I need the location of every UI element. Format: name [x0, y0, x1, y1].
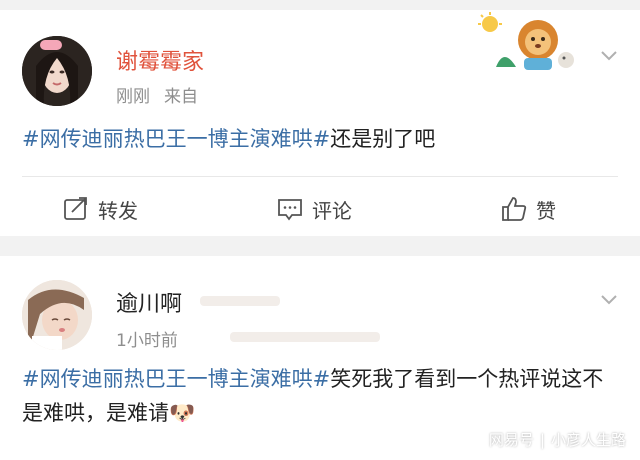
post-meta: 刚刚 来自 [116, 82, 198, 107]
post-card: 逾川啊 1小时前 #网传迪丽热巴王一博主演难哄#笑死我了看到一个热评说这不是难哄… [0, 256, 640, 460]
post-body: 还是别了吧 [330, 127, 436, 151]
blurred-region [200, 296, 280, 306]
chevron-down-icon[interactable] [598, 288, 620, 310]
post-time: 1小时前 [116, 331, 178, 351]
post-source: 来自 [164, 87, 198, 107]
repost-icon [64, 197, 87, 220]
repost-button[interactable]: 转发 [62, 182, 138, 236]
like-label: 赞 [536, 198, 556, 223]
doge-emoji-icon: 🐶 [169, 401, 196, 425]
comment-button[interactable]: 评论 [276, 182, 352, 236]
post-text: #网传迪丽热巴王一博主演难哄#还是别了吧 [22, 122, 620, 156]
comment-label: 评论 [312, 198, 352, 223]
username[interactable]: 逾川啊 [116, 286, 182, 318]
divider [22, 176, 618, 177]
lion-sticker-icon [478, 12, 574, 70]
avatar-image [22, 36, 92, 106]
comment-icon [278, 199, 302, 221]
chevron-down-icon[interactable] [598, 44, 620, 66]
hashtag-link[interactable]: #网传迪丽热巴王一博主演难哄# [22, 367, 330, 391]
hashtag-link[interactable]: #网传迪丽热巴王一博主演难哄# [22, 127, 330, 151]
watermark-separator: | [539, 431, 545, 449]
like-icon [502, 197, 527, 221]
post-meta: 1小时前 [116, 326, 178, 351]
avatar[interactable] [22, 280, 92, 350]
action-bar: 转发 评论 赞 [0, 182, 640, 236]
post-time: 刚刚 [116, 87, 150, 107]
like-button[interactable]: 赞 [500, 182, 556, 236]
username[interactable]: 谢霉霉家 [116, 44, 204, 76]
avatar[interactable] [22, 36, 92, 106]
watermark-author: 小彦人生路 [550, 431, 626, 449]
blurred-region [230, 332, 380, 342]
post-text: #网传迪丽热巴王一博主演难哄#笑死我了看到一个热评说这不是难哄，是难请🐶 [22, 362, 620, 430]
watermark-brand: 网易号 [488, 431, 534, 449]
avatar-image [22, 280, 92, 350]
watermark: 网易号 | 小彦人生路 [489, 429, 626, 450]
repost-label: 转发 [98, 198, 138, 223]
post-card: 谢霉霉家 刚刚 来自 #网传迪丽热巴王一博主演难哄#还是别了吧 转发 评论 赞 [0, 10, 640, 236]
